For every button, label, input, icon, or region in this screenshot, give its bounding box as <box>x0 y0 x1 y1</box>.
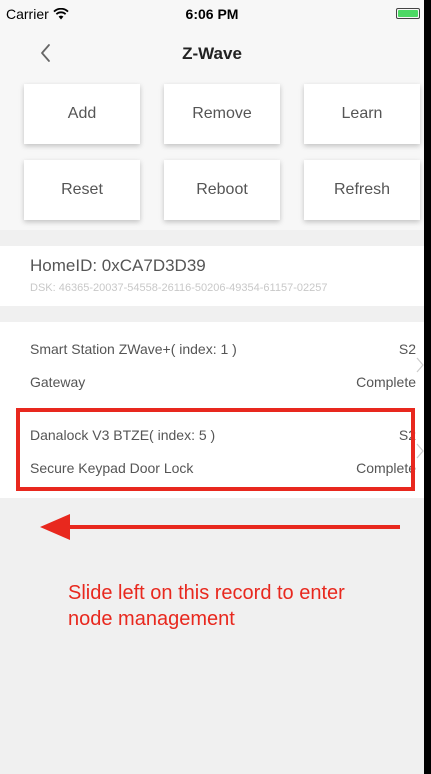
learn-button[interactable]: Learn <box>304 84 420 144</box>
battery-icon <box>396 8 420 19</box>
highlight-box <box>16 408 415 491</box>
screen-border <box>424 0 431 774</box>
node-type: Gateway <box>30 374 86 390</box>
reset-button[interactable]: Reset <box>24 160 140 220</box>
phone-screen: Carrier 6:06 PM Z-Wave Add Remove Learn … <box>0 0 424 774</box>
page-title: Z-Wave <box>182 44 242 63</box>
instruction-text: Slide left on this record to enter node … <box>68 582 345 630</box>
action-buttons-panel: Add Remove Learn Reset Reboot Refresh <box>0 80 424 230</box>
refresh-button[interactable]: Refresh <box>304 160 420 220</box>
chevron-right-icon <box>416 443 424 459</box>
reboot-button[interactable]: Reboot <box>164 160 280 220</box>
node-name: Smart Station ZWave+( index: 1 ) <box>30 341 237 357</box>
home-info: HomeID: 0xCA7D3D39 DSK: 46365-20037-5455… <box>0 246 424 306</box>
clock: 6:06 PM <box>185 6 239 22</box>
node-security: S2 <box>398 341 416 357</box>
dsk-value: DSK: 46365-20037-54558-26116-50206-49354… <box>30 282 328 294</box>
home-id: HomeID: 0xCA7D3D39 <box>30 256 206 275</box>
node-row-gateway[interactable]: Smart Station ZWave+( index: 1 ) S2 Gate… <box>0 322 424 412</box>
status-bar: Carrier 6:06 PM <box>0 0 424 28</box>
swipe-left-arrow-icon <box>40 514 400 540</box>
add-button[interactable]: Add <box>24 84 140 144</box>
remove-button[interactable]: Remove <box>164 84 280 144</box>
navigation-bar: Z-Wave <box>0 28 424 80</box>
node-status: Complete <box>356 374 416 390</box>
chevron-right-icon <box>416 357 424 373</box>
